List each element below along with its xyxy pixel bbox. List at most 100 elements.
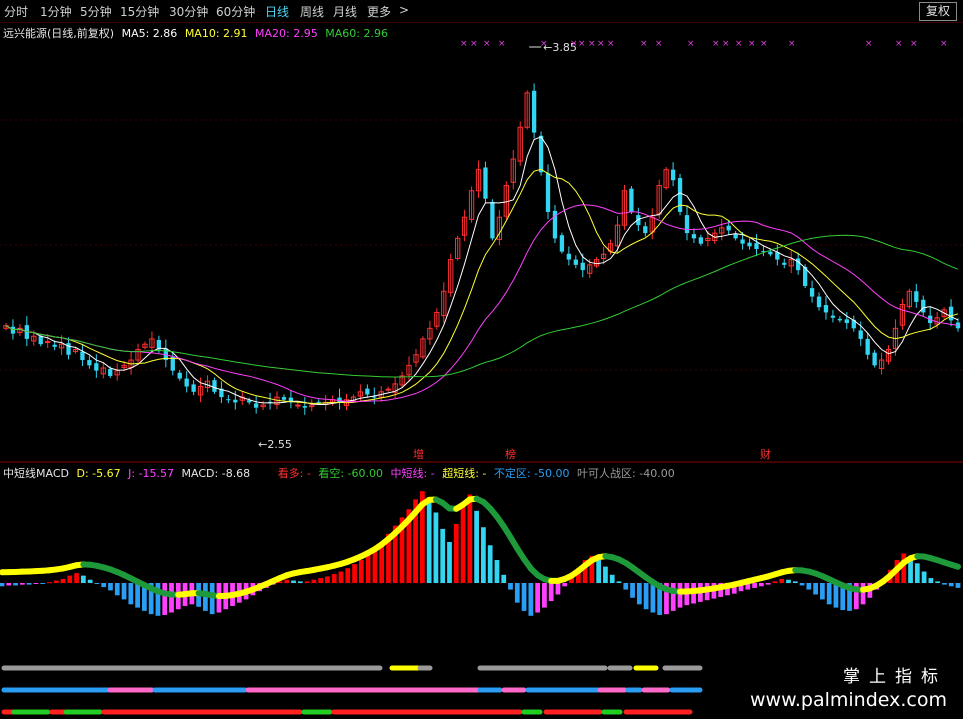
macd-bar-negative: [114, 583, 120, 596]
macd-bar-positive: [921, 571, 927, 583]
candle-body-down: [226, 399, 231, 401]
macd-bar-positive: [358, 560, 364, 583]
macd-bar-positive: [53, 580, 59, 583]
candle-body-down: [580, 262, 585, 271]
candle-body-down: [754, 243, 759, 249]
candle-body-down: [212, 380, 217, 392]
candle-body-down: [87, 360, 92, 366]
candle-body-down: [816, 296, 822, 308]
macd-bar-negative: [0, 583, 5, 587]
signal-marker: ×: [470, 39, 478, 49]
candle-body-down: [573, 259, 578, 265]
macd-bar-positive: [487, 545, 493, 583]
candle-body-down: [281, 397, 287, 400]
watermark-url: www.palmindex.com: [749, 689, 947, 711]
macd-bar-negative: [942, 583, 947, 585]
macd-bar-positive: [311, 579, 317, 583]
macd-bar-negative: [813, 583, 818, 595]
candle-body-down: [948, 306, 954, 321]
macd-bar-negative: [128, 583, 134, 605]
candle-body-down: [726, 225, 731, 231]
macd-bar-positive: [447, 542, 452, 583]
candle-body-down: [844, 319, 849, 324]
candle-body-down: [108, 369, 113, 376]
candle-body-down: [684, 215, 690, 234]
macd-bar-positive: [304, 581, 310, 583]
macd-bar-negative: [806, 583, 812, 590]
candle-body-down: [316, 401, 321, 403]
macd-bar-positive: [338, 571, 344, 583]
macd-bar-positive: [433, 512, 439, 583]
signal-marker: ×: [588, 39, 596, 49]
macd-bar-negative: [860, 583, 866, 605]
signal-marker: ×: [940, 39, 948, 49]
candle-body-down: [629, 188, 634, 212]
signal-marker: ×: [895, 39, 903, 49]
macd-bar-positive: [372, 549, 378, 583]
macd-bar-negative: [13, 583, 18, 586]
macd-bar-negative: [677, 583, 683, 608]
macd-bar-positive: [481, 527, 486, 583]
signal-marker: ×: [748, 39, 756, 49]
macd-bar-positive: [453, 523, 459, 583]
low-label: ←2.55: [258, 438, 292, 451]
candle-body-down: [782, 262, 787, 265]
macd-bar-positive: [501, 574, 507, 583]
macd-bar-negative: [955, 583, 961, 588]
candle-body-down: [233, 399, 238, 403]
macd-bar-negative: [94, 583, 100, 584]
candle-body-down: [94, 363, 99, 371]
candle-body-down: [566, 253, 572, 260]
macd-bar-negative: [535, 583, 541, 613]
signal-marker: ×: [788, 39, 796, 49]
signal-marker: ×: [865, 39, 873, 49]
candle-body-down: [66, 343, 71, 355]
candle-body-down: [872, 352, 877, 366]
macd-bar-positive: [603, 566, 608, 583]
candle-body-down: [184, 378, 189, 387]
macd-bar-negative: [542, 583, 547, 608]
macd-bar-negative: [833, 583, 839, 608]
macd-bar-negative: [135, 583, 140, 608]
macd-bar-positive: [460, 504, 466, 583]
macd-bar-negative: [765, 583, 771, 585]
candle-body-down: [254, 403, 259, 408]
macd-bar-negative: [108, 583, 113, 591]
macd-bar-negative: [623, 583, 629, 590]
macd-bar-positive: [365, 555, 371, 583]
macd-bar-positive: [318, 578, 324, 583]
macd-bar-positive: [914, 563, 920, 583]
candle-body-up: [295, 404, 301, 407]
signal-marker: ×: [597, 39, 605, 49]
macd-bar-positive: [284, 579, 290, 583]
candle-body-down: [747, 242, 752, 247]
ma20-line: [5, 204, 959, 403]
candle-body-down: [365, 388, 370, 395]
macd-bar-negative: [670, 583, 676, 611]
macd-bar-positive: [297, 581, 303, 583]
candle-body-down: [691, 234, 697, 239]
macd-bar-negative: [636, 583, 642, 605]
macd-bar-positive: [440, 528, 446, 583]
signal-marker: ×: [460, 39, 468, 49]
macd-bar-negative: [643, 583, 649, 610]
candle-body-down: [10, 326, 16, 334]
macd-bar-positive: [87, 579, 93, 583]
candle-body-down: [302, 406, 307, 408]
candle-body-down: [490, 201, 495, 239]
watermark: 掌上指标 www.palmindex.com: [750, 662, 947, 711]
macd-bar-positive: [331, 573, 337, 583]
candle-body-down: [545, 173, 551, 212]
candle-body-down: [914, 291, 919, 302]
macd-bar-positive: [616, 581, 622, 583]
macd-bar-positive: [291, 580, 296, 583]
signal-marker: ×: [655, 39, 663, 49]
macd-bar-negative: [630, 583, 635, 598]
candle-body-down: [52, 344, 57, 347]
macd-bar-positive: [596, 560, 602, 583]
macd-bar-positive: [779, 578, 785, 583]
candle-body-down: [921, 299, 926, 313]
macd-bar-negative: [521, 583, 527, 611]
candle-body-down: [865, 338, 870, 355]
macd-bar-positive: [935, 581, 941, 583]
